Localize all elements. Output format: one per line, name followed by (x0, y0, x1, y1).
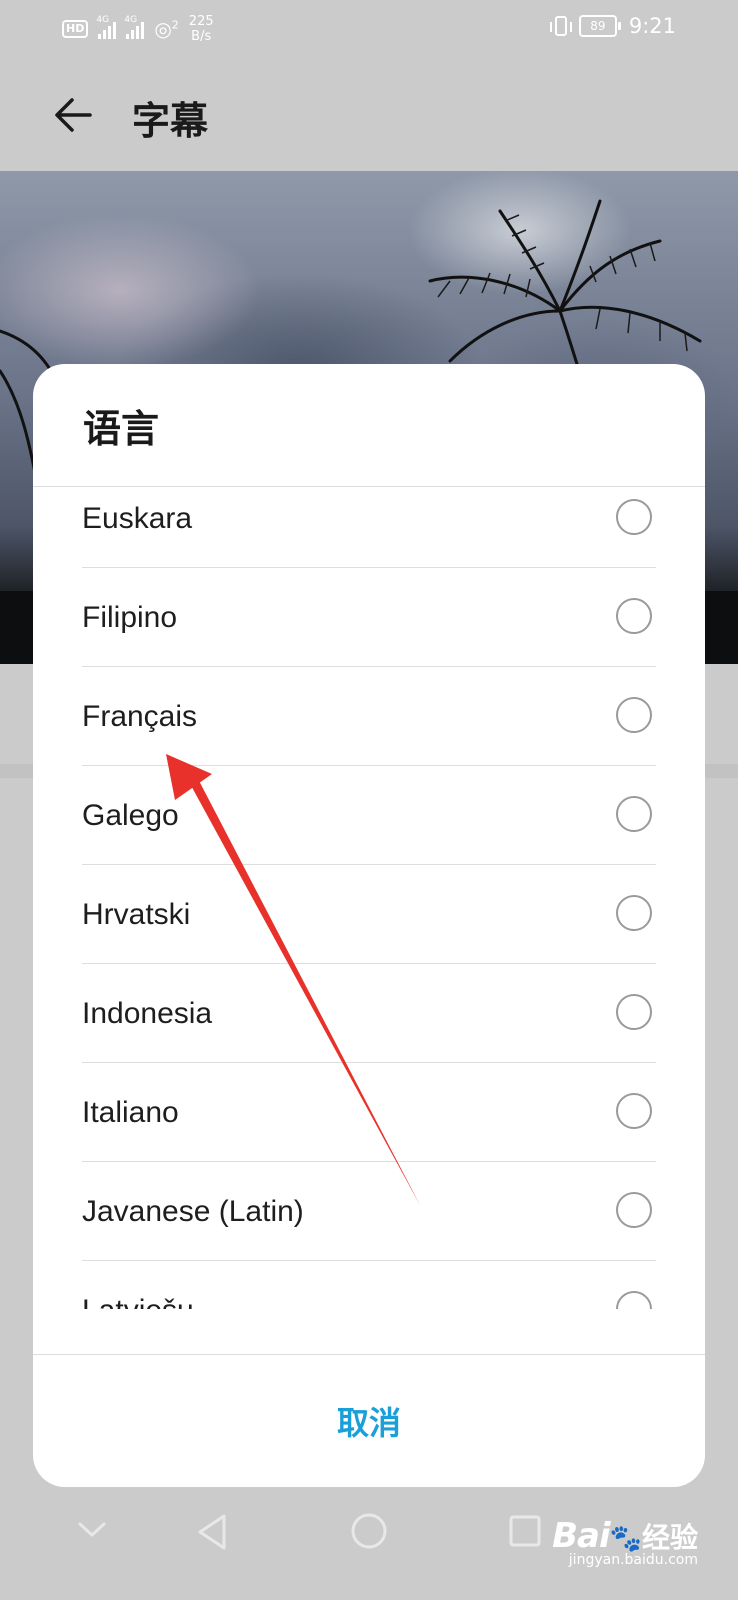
radio-button[interactable] (616, 499, 652, 535)
radio-button[interactable] (616, 895, 652, 931)
language-option-indonesia[interactable]: Indonesia (82, 964, 656, 1063)
language-option-galego[interactable]: Galego (82, 766, 656, 865)
language-dialog: 语言 Euskara Filipino Français Galego Hrva… (33, 364, 705, 1487)
hotspot-icon: ◎2 (154, 17, 179, 41)
paw-icon: 🐾 (609, 1524, 642, 1554)
signal-icon-sim1: 4G (96, 15, 117, 39)
signal-icon-sim2: 4G (124, 15, 145, 39)
radio-button[interactable] (616, 796, 652, 832)
clock: 9:21 (628, 14, 676, 38)
status-bar: HD 4G 4G ◎2 225 B/s 89 9:21 (0, 0, 738, 56)
page-title: 字幕 (132, 99, 209, 143)
radio-button[interactable] (616, 1192, 652, 1228)
network-speed: 225 B/s (188, 14, 214, 44)
language-option-javanese-latin[interactable]: Javanese (Latin) (82, 1162, 656, 1261)
radio-button[interactable] (616, 598, 652, 634)
back-triangle-icon[interactable] (194, 1512, 230, 1552)
radio-button[interactable] (616, 994, 652, 1030)
language-option-euskara[interactable]: Euskara (82, 487, 656, 568)
cancel-button[interactable]: 取消 (33, 1355, 705, 1487)
radio-button[interactable] (616, 1093, 652, 1129)
home-circle-icon[interactable] (350, 1512, 388, 1550)
language-label: Indonesia (82, 997, 213, 1030)
language-option-hrvatski[interactable]: Hrvatski (82, 865, 656, 964)
radio-button[interactable] (616, 697, 652, 733)
language-option-italiano[interactable]: Italiano (82, 1063, 656, 1162)
language-label: Euskara (82, 502, 193, 535)
language-option-francais[interactable]: Français (82, 667, 656, 766)
vibrate-icon (549, 16, 572, 36)
radio-button[interactable] (616, 1291, 652, 1309)
language-option-latviesu[interactable]: Latviešu (82, 1261, 656, 1309)
language-label: Filipino (82, 601, 178, 634)
language-label: Italiano (82, 1096, 179, 1129)
language-label: Français (82, 700, 198, 733)
language-label: Latviešu (82, 1261, 194, 1309)
dialog-title: 语言 (83, 407, 160, 451)
toolbar: 字幕 (0, 56, 738, 171)
baidu-watermark: Bai🐾经验 jingyan.baidu.com (552, 1516, 698, 1568)
recents-square-icon[interactable] (508, 1514, 542, 1548)
back-arrow-icon[interactable] (50, 92, 96, 138)
battery-icon: 89 (578, 15, 621, 37)
language-label: Hrvatski (82, 898, 191, 931)
language-label: Galego (82, 799, 179, 832)
chevron-down-icon[interactable] (76, 1520, 108, 1540)
language-list[interactable]: Euskara Filipino Français Galego Hrvatsk… (33, 487, 705, 1309)
language-label: Javanese (Latin) (82, 1195, 304, 1228)
hd-icon: HD (62, 20, 89, 38)
language-option-filipino[interactable]: Filipino (82, 568, 656, 667)
